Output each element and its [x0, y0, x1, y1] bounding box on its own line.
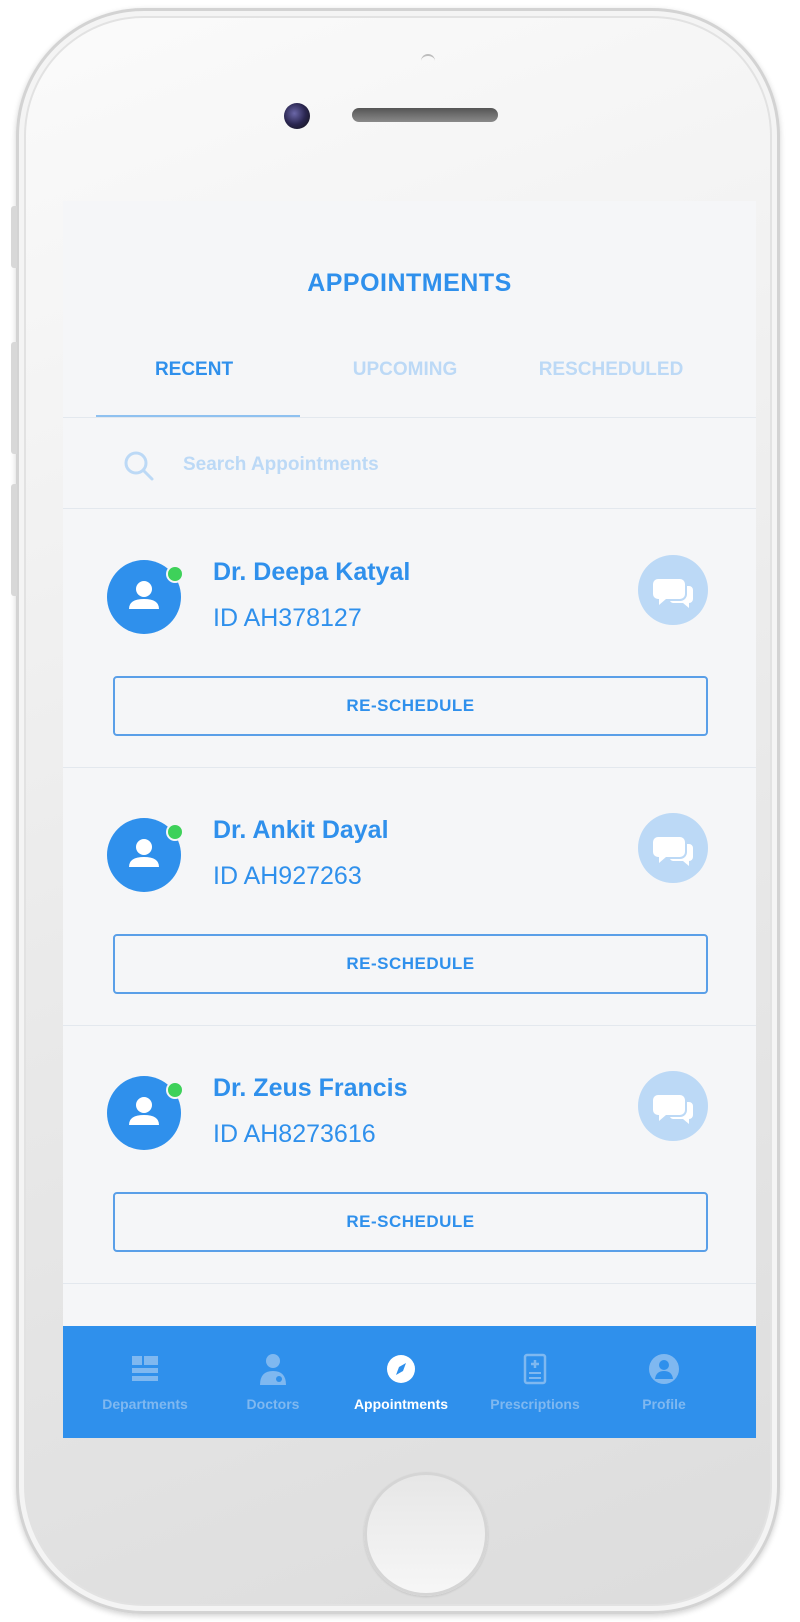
home-button[interactable]	[364, 1472, 488, 1596]
compass-icon	[387, 1355, 415, 1383]
doctor-icon	[260, 1354, 286, 1385]
chat-button[interactable]	[638, 1071, 708, 1141]
profile-icon	[649, 1354, 679, 1384]
nav-label: Doctors	[246, 1396, 300, 1412]
page-title: APPOINTMENTS	[307, 269, 512, 297]
reschedule-button[interactable]: RE-SCHEDULE	[113, 1192, 708, 1252]
proximity-sensor	[421, 54, 435, 63]
nav-item-prescriptions[interactable]: Prescriptions	[466, 1326, 604, 1438]
nav-item-doctors[interactable]: Doctors	[204, 1326, 342, 1438]
appointment-id: ID AH8273616	[213, 1120, 376, 1148]
search-bar[interactable]	[63, 418, 756, 508]
appointment-card: Dr. Deepa Katyal ID AH378127 RE-SCHEDULE	[63, 510, 756, 768]
chat-icon	[653, 837, 693, 866]
doctor-name[interactable]: Dr. Ankit Dayal	[213, 816, 389, 845]
nav-item-profile[interactable]: Profile	[595, 1326, 733, 1438]
doctor-name[interactable]: Dr. Zeus Francis	[213, 1074, 408, 1103]
nav-label: Prescriptions	[490, 1396, 580, 1412]
online-status-dot	[166, 1081, 184, 1099]
online-status-dot	[166, 823, 184, 841]
appointment-card: Dr. Ankit Dayal ID AH927263 RE-SCHEDULE	[63, 768, 756, 1026]
chat-button[interactable]	[638, 555, 708, 625]
tab-upcoming[interactable]: UPCOMING	[300, 359, 510, 381]
search-icon	[124, 451, 154, 481]
chat-icon	[653, 579, 693, 608]
nav-label: Appointments	[353, 1396, 449, 1412]
nav-label: Profile	[642, 1396, 686, 1412]
divider	[63, 508, 756, 509]
appointment-card: Dr. Zeus Francis ID AH8273616 RE-SCHEDUL…	[63, 1026, 756, 1284]
reschedule-button[interactable]: RE-SCHEDULE	[113, 934, 708, 994]
nav-label: Departments	[102, 1396, 188, 1412]
appointment-id: ID AH378127	[213, 604, 362, 632]
chat-icon	[653, 1095, 693, 1124]
departments-icon	[132, 1356, 158, 1381]
mute-switch[interactable]	[11, 206, 17, 268]
chat-button[interactable]	[638, 813, 708, 883]
doctor-name[interactable]: Dr. Deepa Katyal	[213, 558, 410, 587]
divider	[63, 1283, 756, 1284]
nav-item-departments[interactable]: Departments	[76, 1326, 214, 1438]
appointment-id: ID AH927263	[213, 862, 362, 890]
app-screen: APPOINTMENTS RECENT UPCOMING RESCHEDULED…	[63, 201, 756, 1438]
earpiece-speaker	[352, 108, 498, 122]
tab-recent[interactable]: RECENT	[89, 359, 299, 381]
tab-bar: RECENT UPCOMING RESCHEDULED	[63, 351, 756, 415]
volume-up-button[interactable]	[11, 342, 17, 454]
reschedule-button[interactable]: RE-SCHEDULE	[113, 676, 708, 736]
volume-down-button[interactable]	[11, 484, 17, 596]
prescription-icon	[523, 1353, 547, 1385]
bottom-nav: Departments Doctors Appointments Prescri…	[63, 1326, 756, 1438]
front-camera	[284, 103, 310, 129]
online-status-dot	[166, 565, 184, 583]
nav-item-appointments[interactable]: Appointments	[332, 1326, 470, 1438]
tab-rescheduled[interactable]: RESCHEDULED	[506, 359, 716, 381]
search-input[interactable]	[181, 444, 685, 486]
